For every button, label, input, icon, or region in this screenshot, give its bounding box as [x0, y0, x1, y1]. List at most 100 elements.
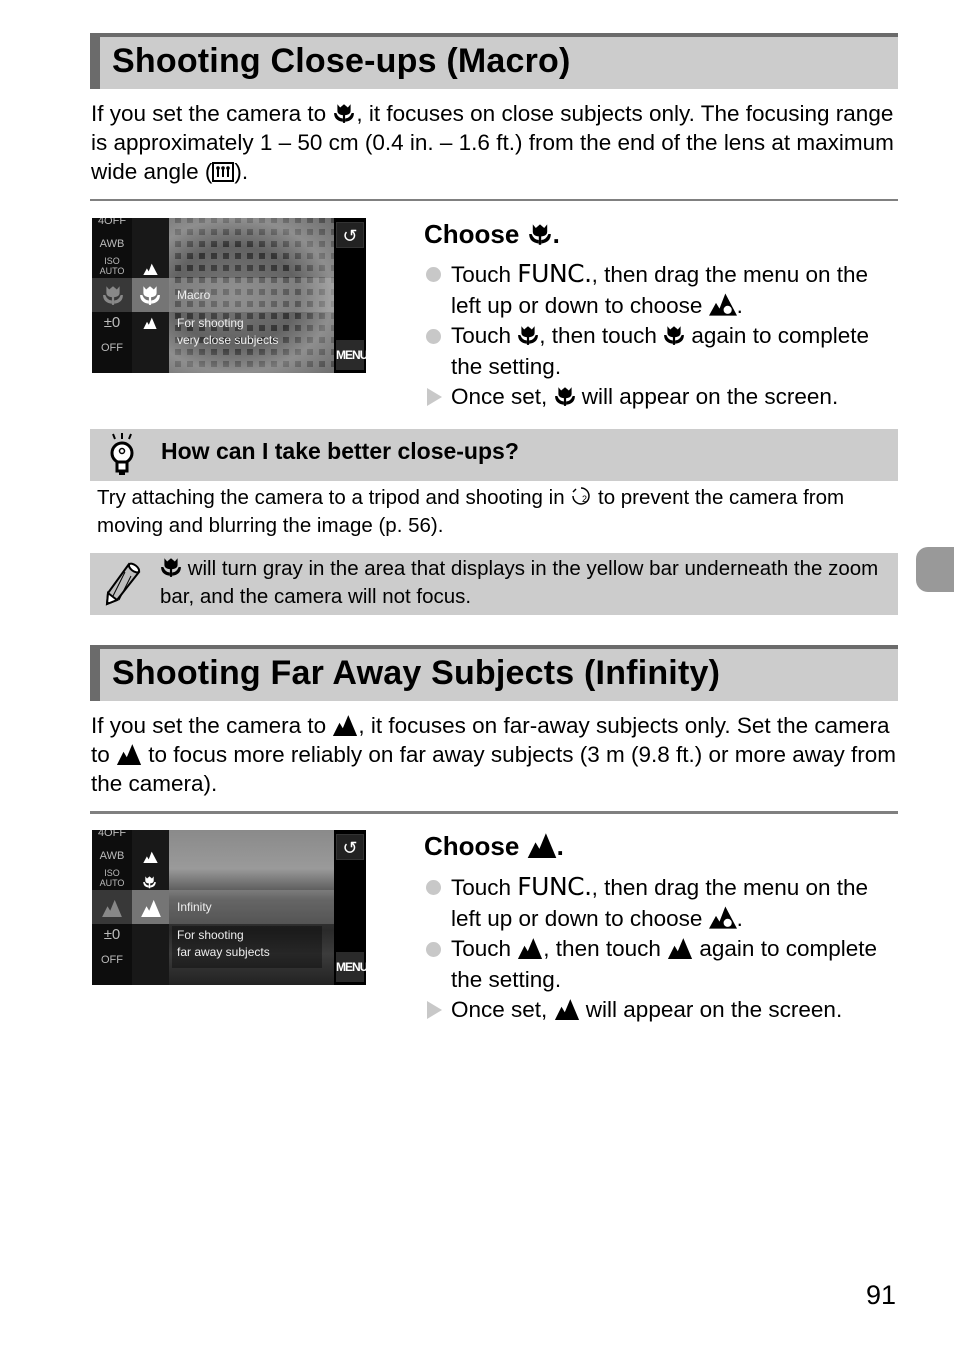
menu-button[interactable]: MENU [336, 952, 366, 982]
exposure-option: ±0 [103, 314, 121, 331]
step-item: Touch FUNC., then drag the menu on the l… [424, 259, 904, 321]
iso-option: ISO AUTO [99, 868, 125, 888]
step-item: Touch , then touch again to complete the… [424, 934, 904, 995]
macro-icon [517, 324, 539, 346]
step-text: will appear on the screen. [575, 384, 839, 409]
note-box: will turn gray in the area that displays… [90, 553, 898, 615]
tip-header: How can I take better close-ups? [90, 429, 898, 481]
lightbulb-icon [110, 433, 134, 475]
step-text: , then touch [543, 936, 668, 961]
macro-icon [554, 385, 576, 407]
timer-option: OFF [101, 954, 123, 966]
section-title: Shooting Close-ups (Macro) [112, 42, 571, 80]
infinity-icon [667, 937, 693, 959]
infinity-icon [527, 832, 557, 858]
focus-range-icon [709, 292, 737, 316]
selection-band [92, 890, 334, 924]
selection-band [92, 278, 334, 312]
menu-button[interactable]: MENU [336, 340, 366, 370]
bullet-dot [426, 942, 441, 957]
macro-icon [332, 102, 356, 124]
white-balance-option: AWB [99, 238, 125, 250]
step-title-infinity: Choose . [424, 831, 564, 861]
focus-range-icon [709, 905, 737, 929]
step-title-macro: Choose . [424, 219, 560, 249]
section-header-infinity: Shooting Far Away Subjects (Infinity) [90, 645, 898, 701]
note-text: will turn gray in the area that displays… [160, 555, 895, 610]
step-item: Once set, will appear on the screen. [424, 382, 904, 413]
step-text: Touch [451, 262, 518, 287]
macro-icon [663, 324, 685, 346]
infinity-icon [517, 937, 543, 959]
chapter-tab [916, 547, 954, 592]
step-item: Once set, will appear on the screen. [424, 995, 904, 1026]
bullet-dot [426, 329, 441, 344]
selected-mode-label: Infinity [177, 900, 212, 914]
mode-description: For shooting [177, 928, 244, 942]
white-balance-option: AWB [99, 850, 125, 862]
mode-description: far away subjects [177, 945, 270, 959]
step-text: , then touch [539, 323, 664, 348]
intro-paragraph-infinity: If you set the camera to , it focuses on… [91, 711, 901, 798]
intro-text: If you set the camera to [91, 713, 333, 738]
step-title-text: Choose [424, 831, 520, 861]
tip-body: Try attaching the camera to a tripod and… [97, 484, 907, 539]
arrow-bullet [427, 1001, 442, 1019]
intro-text: ). [234, 159, 249, 184]
mode-description: very close subjects [177, 333, 279, 347]
func-label: FUNC. [517, 259, 592, 288]
selected-mode-label: Macro [177, 288, 211, 302]
macro-icon[interactable] [142, 875, 157, 889]
section-title: Shooting Far Away Subjects (Infinity) [112, 654, 721, 692]
infinity-icon[interactable] [139, 899, 163, 917]
infinity-icon [100, 899, 124, 917]
macro-icon[interactable] [139, 284, 161, 306]
divider [90, 199, 898, 201]
step-text: . [736, 905, 743, 931]
step-text: will appear on the screen. [579, 997, 843, 1022]
steps-list-infinity: Touch FUNC., then drag the menu on the l… [424, 872, 904, 1026]
macro-icon [527, 222, 553, 246]
focus-range-icon[interactable] [142, 851, 159, 863]
step-item: Touch , then touch again to complete the… [424, 321, 904, 382]
step-text: Once set, [451, 997, 554, 1022]
section-header-macro: Shooting Close-ups (Macro) [90, 33, 898, 89]
step-text: Touch [451, 875, 518, 900]
step-text: Touch [451, 323, 518, 348]
timer-option: OFF [101, 342, 123, 354]
bullet-dot [426, 880, 441, 895]
macro-icon [102, 284, 124, 306]
flash-off-option: 4OFF [97, 218, 127, 227]
camera-screen-macro: 4OFF AWB ISO AUTO ±0 OFF Macro For shoot… [92, 218, 366, 373]
wide-angle-icon [212, 162, 234, 182]
intro-text: to focus more reliably on far away subje… [91, 742, 897, 796]
note-text-content: will turn gray in the area that displays… [160, 557, 879, 608]
intro-text: If you set the camera to [91, 101, 333, 126]
steps-list-macro: Touch FUNC., then drag the menu on the l… [424, 259, 904, 413]
step-text: . [736, 292, 743, 318]
arrow-bullet [427, 388, 442, 406]
step-text: Touch [451, 936, 518, 961]
iso-option: ISO AUTO [99, 256, 125, 276]
macro-icon [160, 556, 182, 578]
step-text: Once set, [451, 384, 554, 409]
step-title-text: Choose [424, 219, 520, 249]
infinity-icon[interactable] [142, 317, 158, 329]
pencil-icon [105, 562, 141, 606]
focus-range-icon[interactable] [142, 263, 159, 275]
back-button[interactable]: ↺ [336, 222, 364, 248]
tip-title: How can I take better close-ups? [161, 438, 519, 464]
infinity-icon [554, 998, 580, 1020]
func-label: FUNC. [517, 872, 592, 901]
intro-paragraph-macro: If you set the camera to , it focuses on… [91, 99, 901, 186]
exposure-option: ±0 [103, 926, 121, 943]
mode-description: For shooting [177, 316, 244, 330]
divider [90, 811, 898, 814]
bullet-dot [426, 267, 441, 282]
infinity-icon [332, 714, 358, 736]
back-button[interactable]: ↺ [336, 834, 364, 860]
page-number: 91 [866, 1280, 897, 1310]
infinity-icon [116, 743, 142, 765]
self-timer-2sec-icon [570, 485, 592, 507]
flash-off-option: 4OFF [97, 830, 127, 839]
